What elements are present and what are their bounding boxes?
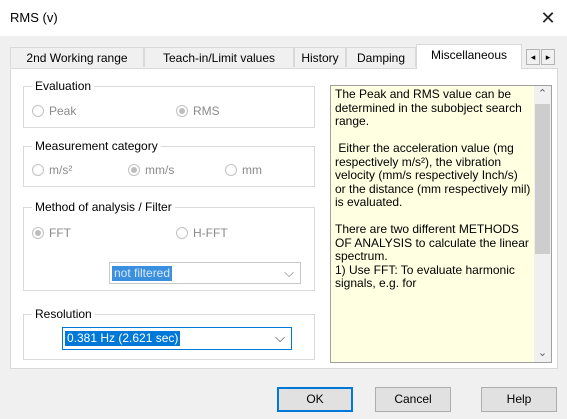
- measurement-category-title: Measurement category: [32, 139, 161, 153]
- radio-fft[interactable]: FFT: [32, 226, 71, 240]
- resolution-dropdown[interactable]: 0.381 Hz (2.621 sec) ⌵: [62, 327, 292, 350]
- tab-2nd-working-range[interactable]: 2nd Working range: [10, 47, 144, 67]
- radio-rms[interactable]: RMS: [176, 104, 220, 118]
- resolution-title: Resolution: [32, 307, 95, 321]
- radio-peak[interactable]: Peak: [32, 104, 76, 118]
- radio-mm-indicator: [225, 164, 237, 176]
- radio-mms[interactable]: mm/s: [128, 163, 174, 177]
- chevron-down-icon: ⌵: [284, 265, 294, 280]
- scroll-down-icon[interactable]: ⌄: [534, 345, 551, 362]
- tab-strip: 2nd Working range Teach-in/Limit values …: [10, 44, 558, 69]
- scroll-up-icon[interactable]: ⌃: [534, 86, 551, 103]
- radio-fft-indicator: [32, 227, 44, 239]
- miscellaneous-panel: Evaluation Peak RMS Measurement category…: [10, 68, 558, 369]
- radio-h-fft-indicator: [176, 227, 188, 239]
- filter-dropdown[interactable]: not filtered ⌵: [109, 262, 301, 284]
- radio-fft-label: FFT: [49, 226, 71, 240]
- radio-h-fft[interactable]: H-FFT: [176, 226, 228, 240]
- method-of-analysis-title: Method of analysis / Filter: [32, 200, 175, 214]
- help-scrollbar[interactable]: ⌃ ⌄: [534, 86, 551, 362]
- radio-mms-indicator: [128, 164, 140, 176]
- resolution-group: Resolution 0.381 Hz (2.621 sec) ⌵: [23, 307, 315, 360]
- title-bar: RMS (v) ✕: [0, 0, 567, 36]
- radio-h-fft-label: H-FFT: [193, 226, 228, 240]
- radio-mm-label: mm: [242, 163, 262, 177]
- tab-miscellaneous[interactable]: Miscellaneous: [416, 44, 522, 69]
- evaluation-group-title: Evaluation: [32, 79, 95, 93]
- tab-scroll-right-icon[interactable]: ▸: [541, 49, 555, 65]
- help-button[interactable]: Help: [481, 387, 557, 412]
- radio-ms2-indicator: [32, 164, 44, 176]
- cancel-button[interactable]: Cancel: [375, 387, 451, 412]
- radio-peak-indicator: [32, 105, 44, 117]
- ok-button[interactable]: OK: [277, 387, 353, 412]
- filter-dropdown-value: not filtered: [112, 266, 173, 281]
- evaluation-group: Evaluation Peak RMS: [23, 79, 315, 128]
- radio-ms2[interactable]: m/s²: [32, 163, 72, 177]
- resolution-dropdown-value: 0.381 Hz (2.621 sec): [65, 331, 181, 346]
- method-of-analysis-group: Method of analysis / Filter FFT H-FFT no…: [23, 200, 315, 291]
- help-text: The Peak and RMS value can be determined…: [335, 88, 531, 290]
- radio-mm[interactable]: mm: [225, 163, 262, 177]
- radio-rms-label: RMS: [193, 104, 220, 118]
- window-title: RMS (v): [10, 10, 58, 25]
- scrollbar-thumb[interactable]: [535, 104, 550, 254]
- tab-history[interactable]: History: [294, 47, 346, 67]
- help-text-box[interactable]: The Peak and RMS value can be determined…: [330, 85, 552, 363]
- tab-teach-in-limit-values[interactable]: Teach-in/Limit values: [144, 47, 294, 67]
- measurement-category-group: Measurement category m/s² mm/s mm: [23, 139, 315, 187]
- radio-rms-indicator: [176, 105, 188, 117]
- radio-peak-label: Peak: [49, 104, 77, 118]
- tab-scroll-left-icon[interactable]: ◂: [526, 49, 540, 65]
- radio-mms-label: mm/s: [145, 163, 175, 177]
- radio-ms2-label: m/s²: [49, 163, 73, 177]
- chevron-down-icon: ⌵: [275, 330, 285, 345]
- close-icon[interactable]: ✕: [534, 4, 562, 32]
- tab-damping[interactable]: Damping: [346, 47, 416, 67]
